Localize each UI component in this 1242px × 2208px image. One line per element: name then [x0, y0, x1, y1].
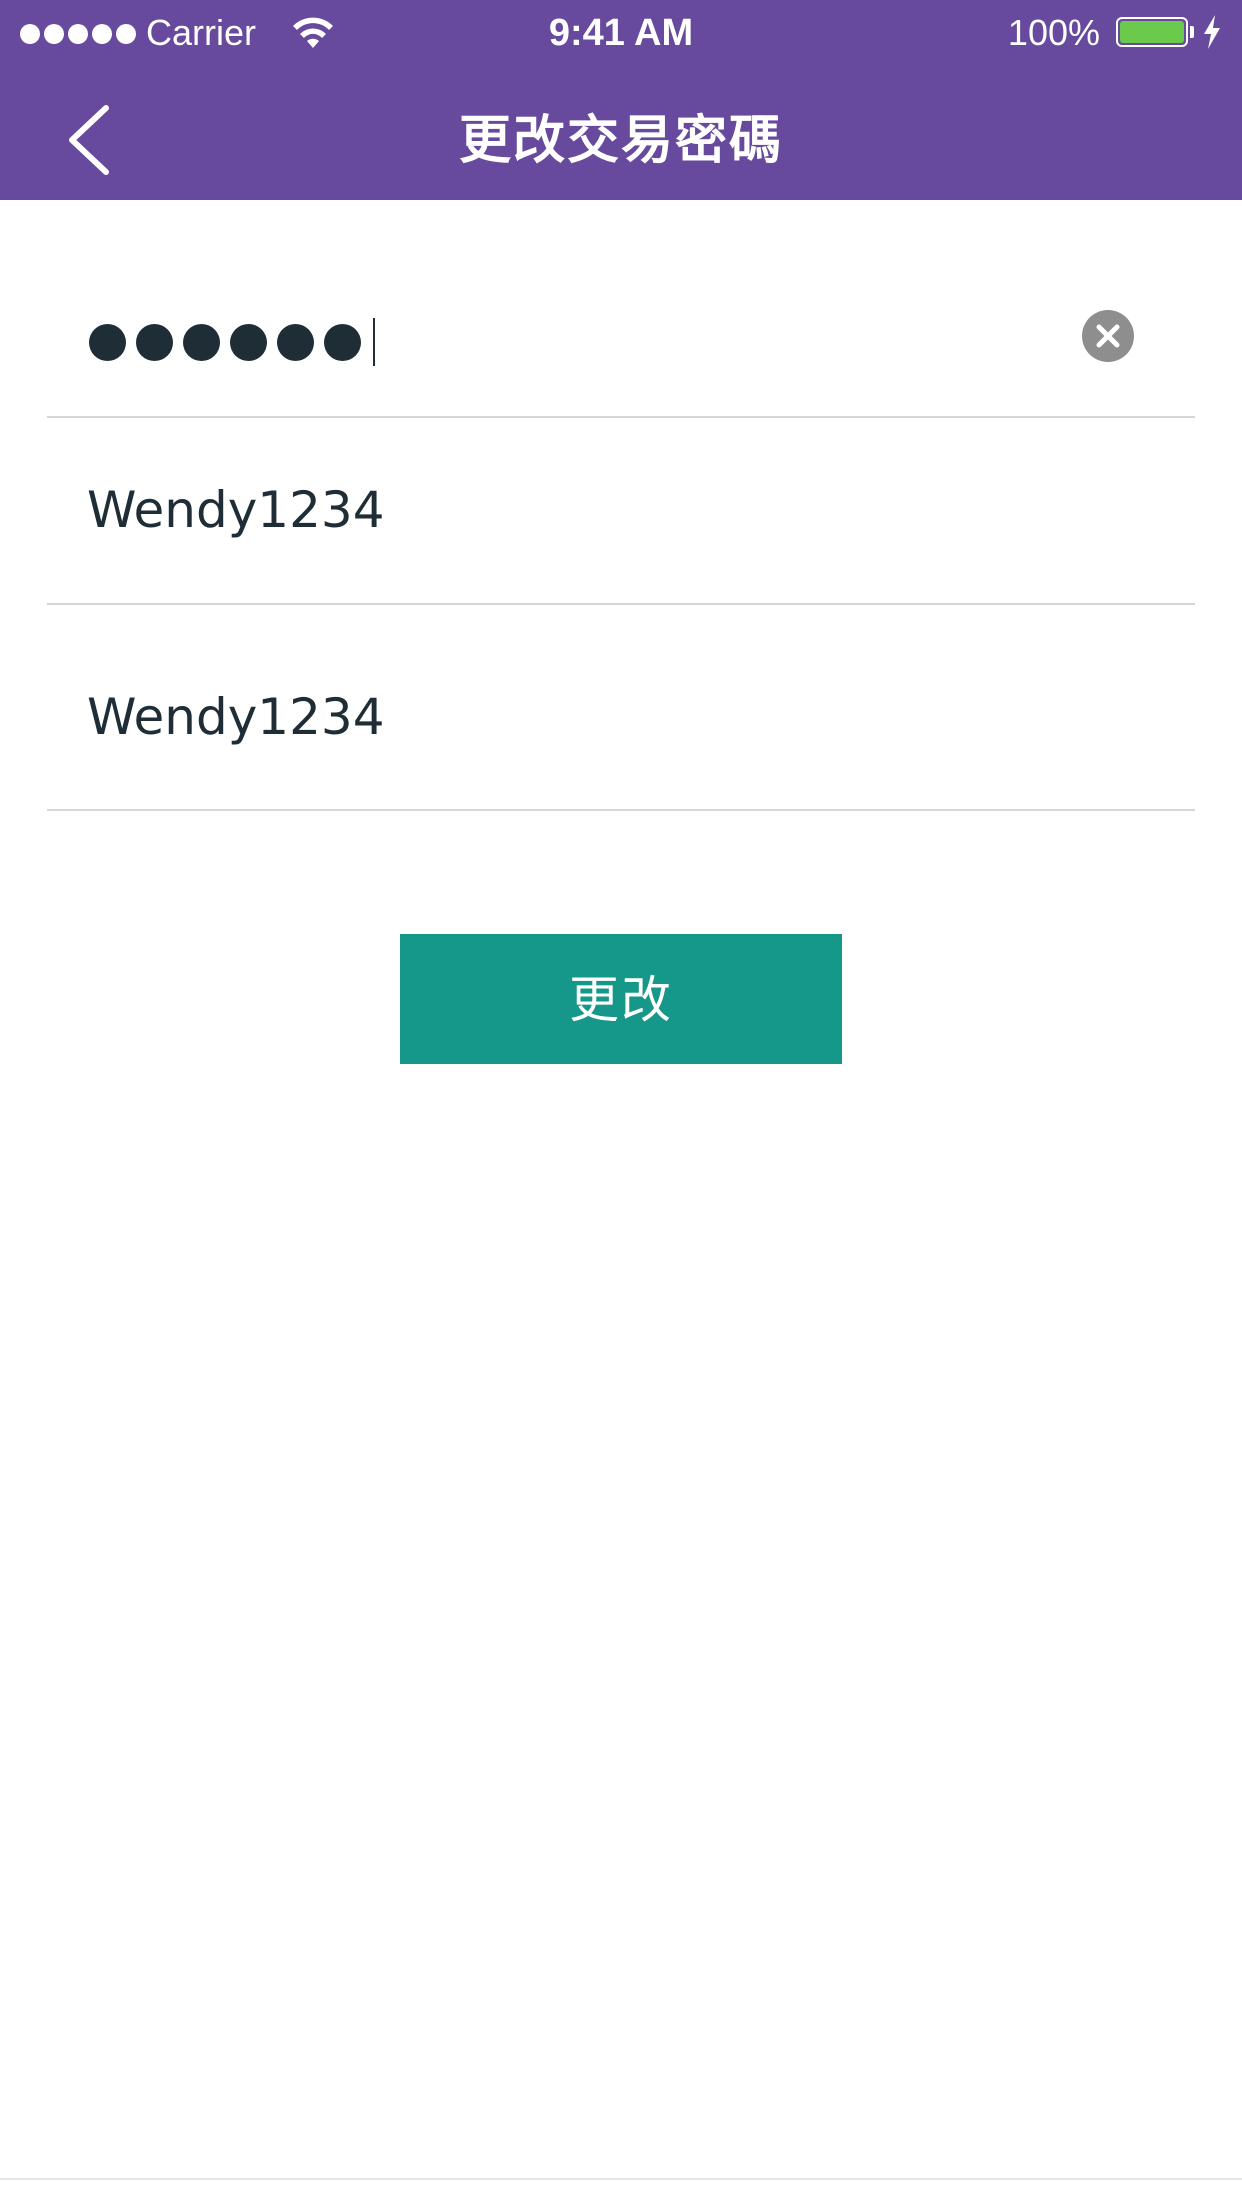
page-title: 更改交易密碼	[458, 112, 783, 170]
password-dot	[230, 323, 267, 361]
new-password-field[interactable]: Wendy1234	[47, 418, 1195, 605]
bottom-divider	[0, 2178, 1242, 2180]
password-dot	[136, 323, 173, 361]
password-dot	[183, 323, 220, 361]
clear-circle-icon	[1096, 324, 1120, 348]
new-password-value: Wendy1234	[87, 481, 385, 539]
password-mask	[89, 318, 375, 366]
change-button[interactable]: 更改	[400, 934, 842, 1064]
battery-percentage: 100%	[1007, 12, 1100, 53]
password-dot	[277, 323, 314, 361]
password-dot	[89, 323, 126, 361]
old-password-field[interactable]	[47, 270, 1195, 418]
text-caret	[373, 318, 375, 366]
confirm-password-value: Wendy1234	[87, 688, 385, 746]
battery-cap	[1190, 26, 1194, 38]
confirm-password-field[interactable]: Wendy1234	[47, 605, 1195, 811]
status-bar: Carrier 9:41 AM 100%	[0, 0, 1242, 64]
clear-input-button[interactable]	[1082, 310, 1134, 362]
charging-bolt-icon	[1204, 15, 1220, 49]
password-dot	[324, 323, 361, 361]
header-bar: Carrier 9:41 AM 100% 更改交易密碼	[0, 0, 1242, 200]
battery-icon	[1116, 17, 1188, 47]
change-transaction-password-screen: Carrier 9:41 AM 100% 更改交易密碼 Wendy1234 We…	[0, 0, 1242, 2208]
